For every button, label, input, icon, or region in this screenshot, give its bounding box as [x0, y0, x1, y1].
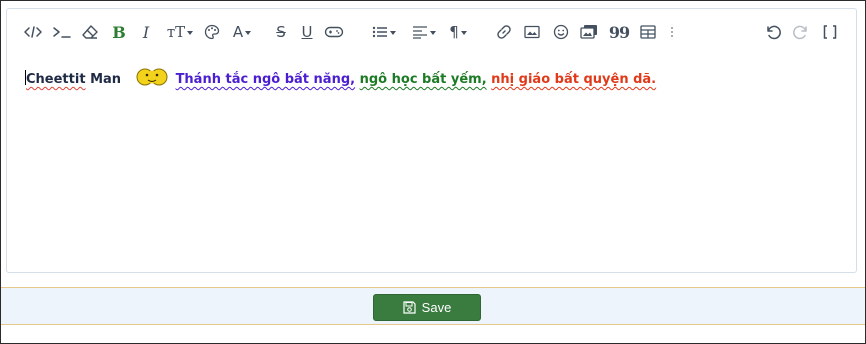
text-color-glyph: A [232, 23, 244, 41]
smiley-icon[interactable] [552, 19, 570, 45]
table-icon[interactable] [639, 19, 657, 45]
gamepad-icon[interactable] [323, 19, 345, 45]
rich-text-editor: B I тT A S U ¶ 99 Cheettit Man Thánh tắc… [6, 8, 857, 273]
text-segment-1: Thánh tắc ngô bất năng, [175, 72, 356, 87]
save-button[interactable]: Save [373, 294, 481, 321]
strikethrough-icon[interactable]: S [273, 19, 289, 45]
palette-icon[interactable] [203, 19, 221, 45]
paragraph-icon[interactable]: ¶ [445, 19, 471, 45]
image-icon[interactable] [523, 19, 541, 45]
italic-glyph: I [142, 22, 150, 42]
inline-code-icon[interactable] [51, 19, 73, 45]
bullet-list-icon[interactable] [371, 19, 397, 45]
code-icon[interactable] [23, 19, 43, 45]
link-icon[interactable] [495, 19, 513, 45]
eraser-icon[interactable] [80, 19, 100, 45]
editor-toolbar: B I тT A S U ¶ 99 [7, 9, 856, 53]
align-icon[interactable] [411, 19, 437, 45]
editor-content[interactable]: Cheettit Man Thánh tắc ngô bất năng, ngô… [25, 67, 835, 267]
smiley-emoji-icon [136, 67, 168, 94]
fullscreen-icon[interactable] [821, 19, 839, 45]
text-segment-3: nhị giáo bất quyện dã. [491, 72, 657, 87]
text-color-icon[interactable]: A [229, 19, 255, 45]
quote-glyph: 99 [608, 22, 630, 42]
author-suffix: Man [90, 72, 122, 87]
font-size-icon[interactable]: тT [165, 19, 195, 45]
more-icon[interactable] [667, 19, 677, 45]
author-name: Cheettit [26, 72, 86, 87]
bold-icon[interactable]: B [111, 19, 127, 45]
font-size-glyph: тT [166, 23, 186, 41]
strikethrough-glyph: S [276, 23, 286, 41]
underline-glyph: U [301, 23, 313, 41]
form-footer: Save [1, 287, 865, 325]
redo-icon[interactable] [791, 19, 811, 45]
paragraph-glyph: ¶ [449, 23, 459, 41]
save-button-label: Save [421, 300, 452, 315]
quote-icon[interactable]: 99 [608, 19, 630, 45]
undo-icon[interactable] [763, 19, 783, 45]
bold-glyph: B [112, 22, 126, 42]
underline-icon[interactable]: U [299, 19, 315, 45]
media-icon[interactable] [579, 19, 599, 45]
editor-frame: B I тT A S U ¶ 99 Cheettit Man Thánh tắc… [0, 0, 866, 344]
floppy-disk-icon [403, 301, 416, 314]
text-segment-2: ngô học bất yếm, [359, 72, 487, 87]
italic-icon[interactable]: I [139, 19, 153, 45]
